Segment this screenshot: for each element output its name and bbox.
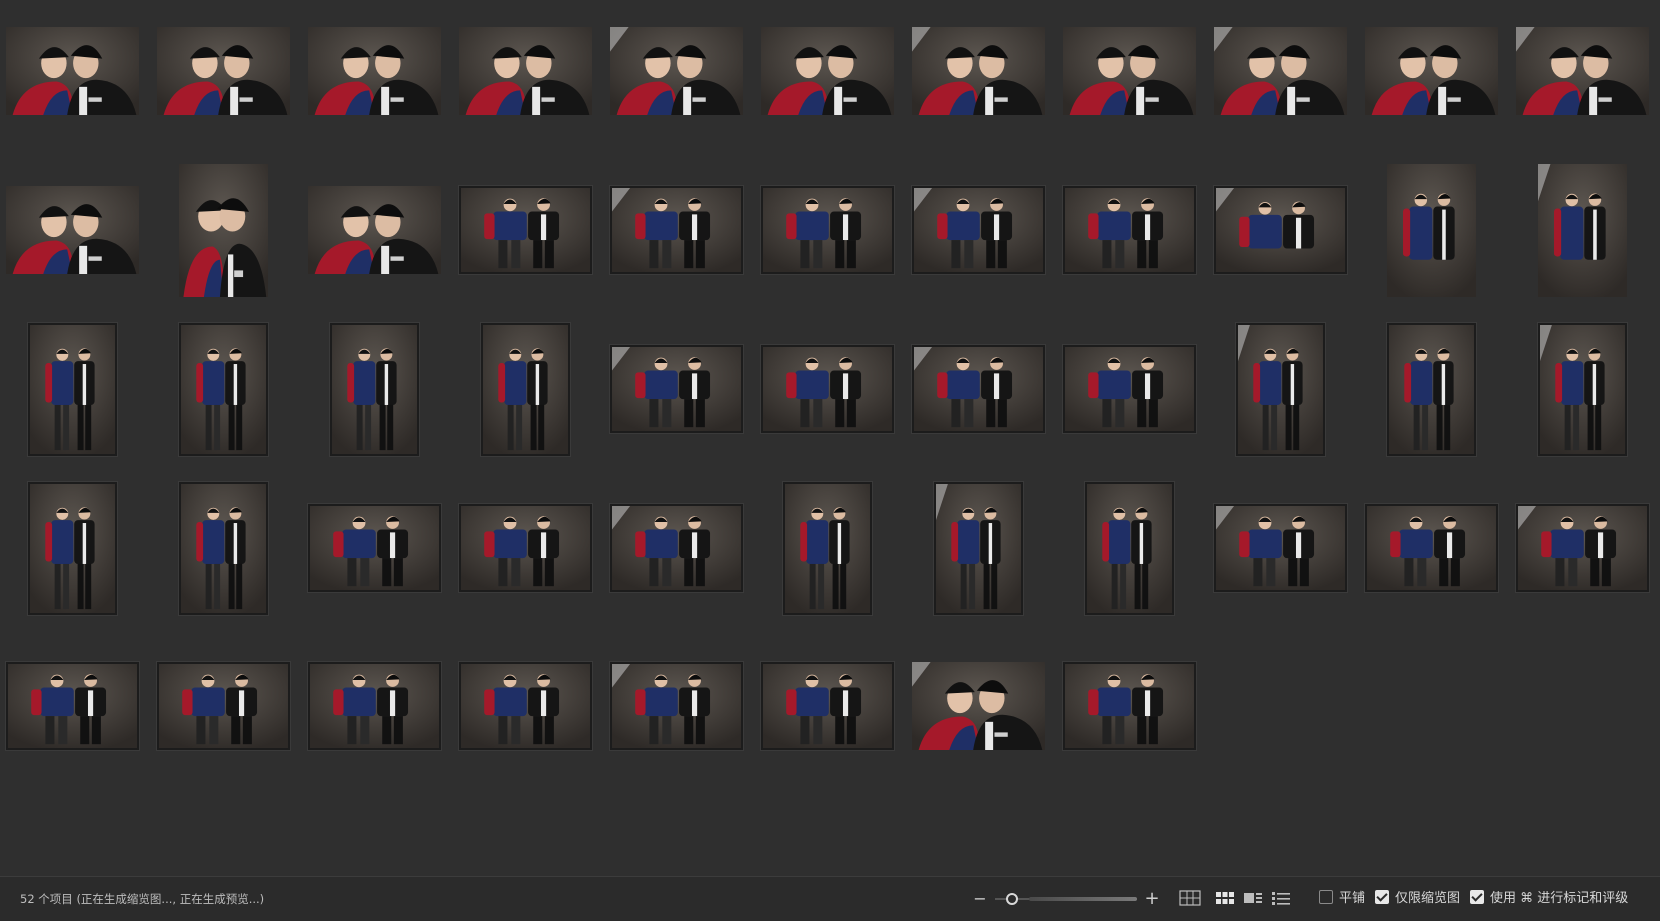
photo-thumbnail[interactable] xyxy=(459,186,592,274)
filmstrip-icon xyxy=(1244,893,1262,903)
photo-thumbnail[interactable] xyxy=(1085,481,1174,615)
photo-thumbnail[interactable] xyxy=(6,27,139,115)
photo-thumbnail[interactable] xyxy=(459,504,592,592)
photo-thumbnail[interactable] xyxy=(330,322,419,456)
use-marks-label: 使用 ⌘ 进行标记和评级 xyxy=(1490,891,1629,906)
zoom-out-button[interactable]: − xyxy=(970,887,990,911)
photo-thumbnail[interactable] xyxy=(1516,504,1649,592)
view-grid-large-button[interactable] xyxy=(1179,889,1201,907)
photo-thumbnail[interactable] xyxy=(610,504,743,592)
photo-thumbnail[interactable] xyxy=(1214,27,1347,115)
photo-thumbnail[interactable] xyxy=(308,662,441,750)
zoom-slider-fill xyxy=(1029,897,1137,901)
photo-thumbnail[interactable] xyxy=(1365,27,1498,115)
photo-thumbnail[interactable] xyxy=(1063,186,1196,274)
photo-thumbnail[interactable] xyxy=(157,27,290,115)
photo-thumbnail[interactable] xyxy=(934,481,1023,615)
photo-thumbnail[interactable] xyxy=(481,322,570,456)
photo-thumbnail[interactable] xyxy=(912,662,1045,750)
zoom-slider[interactable] xyxy=(995,889,1137,909)
photo-thumbnail[interactable] xyxy=(610,662,743,750)
photo-thumbnail[interactable] xyxy=(1236,322,1325,456)
photo-thumbnail[interactable] xyxy=(912,345,1045,433)
photo-thumbnail[interactable] xyxy=(761,345,894,433)
view-filmstrip-button[interactable] xyxy=(1242,889,1264,907)
tile-label: 平铺 xyxy=(1339,891,1366,906)
photo-thumbnail[interactable] xyxy=(308,504,441,592)
photo-thumbnail[interactable] xyxy=(6,662,139,750)
thumbnails-only-checkbox[interactable]: 仅限缩览图 xyxy=(1375,877,1460,921)
photo-thumbnail[interactable] xyxy=(308,186,441,274)
photo-thumbnail[interactable] xyxy=(1214,504,1347,592)
zoom-slider-knob[interactable] xyxy=(1006,893,1018,905)
photo-thumbnail[interactable] xyxy=(1063,345,1196,433)
photo-thumbnail[interactable] xyxy=(1387,163,1476,297)
photo-thumbnail[interactable] xyxy=(179,481,268,615)
photo-thumbnail[interactable] xyxy=(912,27,1045,115)
photo-thumbnail[interactable] xyxy=(28,481,117,615)
photo-thumbnail[interactable] xyxy=(610,27,743,115)
view-grid-small-button[interactable] xyxy=(1214,889,1236,907)
tile-checkbox-box xyxy=(1319,890,1333,904)
grid-small-icon xyxy=(1216,892,1234,904)
photo-thumbnail[interactable] xyxy=(1063,27,1196,115)
photo-thumbnail[interactable] xyxy=(179,322,268,456)
view-list-button[interactable] xyxy=(1270,889,1292,907)
grid-large-icon xyxy=(1179,890,1201,906)
photo-thumbnail[interactable] xyxy=(761,662,894,750)
photo-thumbnail[interactable] xyxy=(1538,322,1627,456)
photo-thumbnail[interactable] xyxy=(761,27,894,115)
photo-thumbnail[interactable] xyxy=(6,186,139,274)
photo-thumbnail[interactable] xyxy=(179,163,268,297)
photo-thumbnail[interactable] xyxy=(459,27,592,115)
photo-thumbnail[interactable] xyxy=(1387,322,1476,456)
photo-thumbnail[interactable] xyxy=(912,186,1045,274)
use-marks-checkbox[interactable]: 使用 ⌘ 进行标记和评级 xyxy=(1470,877,1628,921)
item-count-status: 52 个项目 (正在生成缩览图..., 正在生成预览...) xyxy=(20,892,265,906)
thumbnails-only-checkbox-box xyxy=(1375,890,1389,904)
thumbnails-only-label: 仅限缩览图 xyxy=(1395,891,1461,906)
photo-thumbnail[interactable] xyxy=(610,186,743,274)
photo-thumbnail[interactable] xyxy=(761,186,894,274)
photo-thumbnail[interactable] xyxy=(1063,662,1196,750)
photo-thumbnail[interactable] xyxy=(157,662,290,750)
photo-thumbnail[interactable] xyxy=(1516,27,1649,115)
zoom-in-button[interactable]: + xyxy=(1142,887,1162,911)
use-marks-checkbox-box xyxy=(1470,890,1484,904)
photo-thumbnail[interactable] xyxy=(610,345,743,433)
tile-checkbox[interactable]: 平铺 xyxy=(1319,877,1365,921)
list-icon xyxy=(1272,892,1290,905)
photo-thumbnail[interactable] xyxy=(783,481,872,615)
photo-thumbnail[interactable] xyxy=(1214,186,1347,274)
photo-thumbnail[interactable] xyxy=(459,662,592,750)
status-bar: 52 个项目 (正在生成缩览图..., 正在生成预览...) − + 平铺 仅限… xyxy=(0,876,1660,921)
photo-thumbnail[interactable] xyxy=(308,27,441,115)
photo-thumbnail[interactable] xyxy=(1538,163,1627,297)
photo-thumbnail[interactable] xyxy=(28,322,117,456)
photo-thumbnail[interactable] xyxy=(1365,504,1498,592)
thumbnail-browser xyxy=(0,0,1660,876)
